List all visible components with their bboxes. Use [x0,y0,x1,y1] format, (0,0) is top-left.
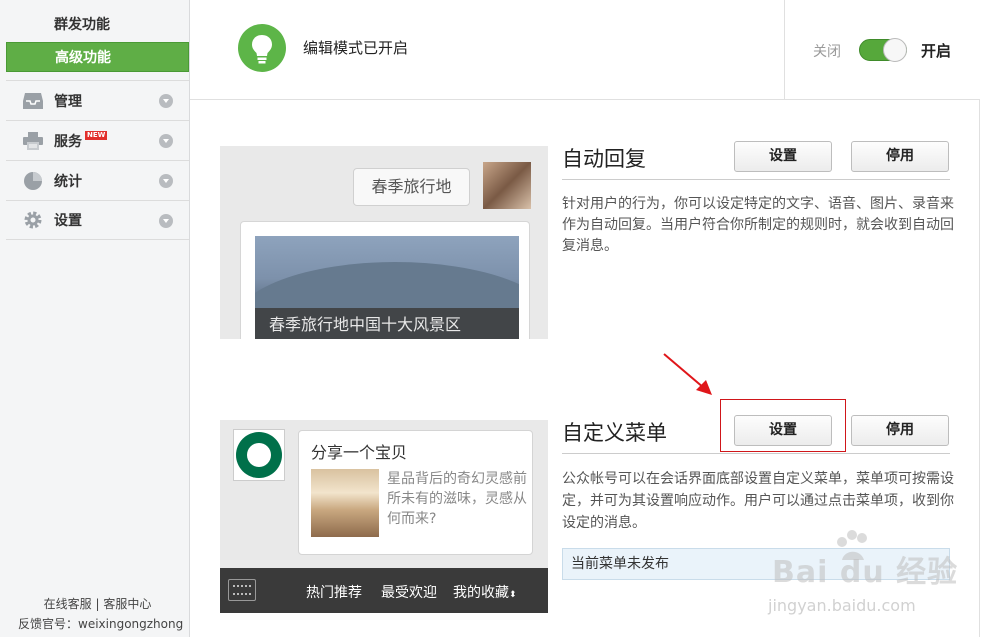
toggle-knob[interactable] [883,38,907,62]
sidebar-sub-item-group-send[interactable]: 群发功能 [6,10,189,40]
chevron-down-icon [159,214,173,228]
brand-logo [233,429,285,481]
chevron-down-icon [159,134,173,148]
sidebar-item-manage[interactable]: 管理 [6,80,189,120]
share-description: 星品背后的奇幻灵感前所未有的滋味，灵感从何而来? [387,471,527,527]
custom-menu-preview: 分享一个宝贝 星品背后的奇幻灵感前所未有的滋味，灵感从何而来? 热门推荐 最受欢… [220,420,548,613]
new-badge: NEW [85,130,108,140]
baidu-watermark: Bai du 经验 jingyan.baidu.com [760,530,980,630]
red-arrow-annotation [663,353,712,395]
divider [562,453,950,454]
gear-icon [22,210,44,230]
edit-mode-toggle[interactable] [859,38,907,62]
article-caption: 春季旅行地中国十大风景区 [255,308,519,339]
sidebar-item-label: 统计 [54,173,82,190]
auto-reply-disable-button[interactable]: 停用 [851,141,949,172]
inbox-icon [22,91,44,111]
sidebar-item-settings[interactable]: 设置 [6,200,189,240]
auto-reply-description: 针对用户的行为，你可以设定特定的文字、语音、图片、录音来作为自动回复。当用户符合… [562,196,954,254]
sidebar-item-label: 设置 [54,213,82,229]
landscape-image: 春季旅行地中国十大风景区 [255,236,519,339]
chat-bubble: 春季旅行地 [353,168,470,206]
footer-separator: | [95,597,100,611]
sidebar-item-label: 服务 NEW [54,130,108,151]
auto-reply-settings-button[interactable]: 设置 [734,141,832,172]
toggle-on-label: 开启 [921,42,952,60]
logo-circle [236,432,282,478]
lightbulb-icon [238,24,286,72]
menu-item-popular: 最受欢迎 [381,585,437,601]
keyboard-icon [228,579,256,601]
custom-menu-title: 自定义菜单 [562,421,667,445]
sort-icon: ⬍ [509,590,517,600]
watermark-url: jingyan.baidu.com [768,596,916,615]
avatar [483,162,531,209]
custom-menu-settings-button[interactable]: 设置 [734,415,832,446]
sidebar-item-service[interactable]: 服务 NEW [6,120,189,160]
footer-links: 在线客服 | 客服中心 [6,594,189,614]
article-card: 春季旅行地中国十大风景区 [240,221,530,339]
sidebar-item-label: 管理 [54,93,82,110]
menu-item-favorites: 我的收藏⬍ [453,582,517,602]
feedback-account: 反馈官号：weixingongzhong [18,617,184,631]
printer-icon [22,131,44,151]
custom-menu-disable-button[interactable]: 停用 [851,415,949,446]
share-title: 分享一个宝贝 [311,443,408,462]
edit-mode-header: 编辑模式已开启 关闭 开启 [190,0,980,100]
sidebar-sub-item-advanced[interactable]: 高级功能 [6,42,189,72]
online-support-link[interactable]: 在线客服 [44,597,92,611]
custom-menu-description: 公众帐号可以在会话界面底部设置自定义菜单，菜单项可按需设定，并可为其设置响应动作… [562,471,954,531]
support-center-link[interactable]: 客服中心 [103,597,151,611]
chevron-down-icon [159,94,173,108]
divider [562,179,950,180]
coffee-image [311,469,379,537]
share-card: 分享一个宝贝 星品背后的奇幻灵感前所未有的滋味，灵感从何而来? [298,430,533,555]
menu-item-hot: 热门推荐 [306,585,362,601]
sidebar-item-service-text: 服务 [54,133,82,150]
watermark-brand: Bai du 经验 [772,555,959,590]
sidebar-footer: 在线客服 | 客服中心 反馈官号：weixingongzhong [6,594,189,634]
menu-bar: 热门推荐 最受欢迎 我的收藏⬍ [220,568,548,613]
logo-inner [247,443,271,467]
edit-mode-status: 编辑模式已开启 [303,39,409,57]
sidebar: 群发功能 高级功能 管理 服务 NEW 统计 设置 在线客服 | 客服中心 反馈… [0,0,190,637]
auto-reply-preview: 春季旅行地 春季旅行地中国十大风景区 [220,146,548,339]
chevron-down-icon [159,174,173,188]
toggle-off-label: 关闭 [813,44,841,60]
menu-item-favorites-text: 我的收藏 [453,585,509,601]
toggle-area: 关闭 开启 [784,0,980,100]
sidebar-item-stats[interactable]: 统计 [6,160,189,200]
pie-chart-icon [22,171,44,191]
auto-reply-title: 自动回复 [562,147,646,171]
